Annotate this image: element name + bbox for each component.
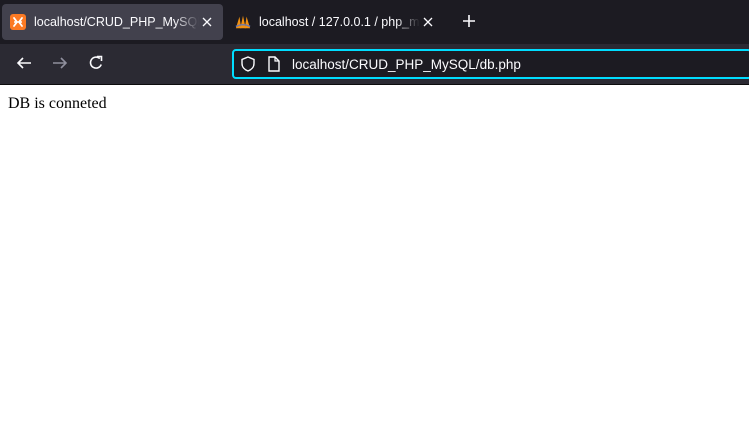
- back-button[interactable]: [11, 52, 37, 78]
- reload-button[interactable]: [83, 52, 109, 78]
- arrow-right-icon: [52, 55, 68, 76]
- url-text[interactable]: localhost/CRUD_PHP_MySQL/db.php: [292, 57, 521, 72]
- plus-icon: [462, 14, 476, 33]
- navigation-toolbar: localhost/CRUD_PHP_MySQL/db.php: [0, 44, 749, 85]
- reload-icon: [88, 55, 104, 76]
- close-icon[interactable]: [199, 14, 215, 30]
- page-icon[interactable]: [266, 56, 282, 72]
- tab-phpmyadmin[interactable]: localhost / 127.0.0.1 / php_myadmin: [227, 4, 444, 40]
- page-content: DB is conneted: [0, 86, 749, 442]
- page-message: DB is conneted: [8, 95, 107, 112]
- shield-icon[interactable]: [240, 56, 256, 72]
- tab-active[interactable]: localhost/CRUD_PHP_MySQL/db.php: [2, 4, 223, 40]
- tab-title: localhost / 127.0.0.1 / php_myadmin: [259, 15, 420, 29]
- tab-title: localhost/CRUD_PHP_MySQL/db.php: [34, 15, 199, 29]
- forward-button[interactable]: [47, 52, 73, 78]
- arrow-left-icon: [16, 55, 32, 76]
- xampp-icon: [10, 14, 26, 30]
- tab-strip: localhost/CRUD_PHP_MySQL/db.php localhos…: [0, 0, 749, 44]
- close-icon[interactable]: [420, 14, 436, 30]
- phpmyadmin-icon: [235, 14, 251, 30]
- url-bar[interactable]: localhost/CRUD_PHP_MySQL/db.php: [232, 49, 749, 79]
- new-tab-button[interactable]: [458, 12, 480, 34]
